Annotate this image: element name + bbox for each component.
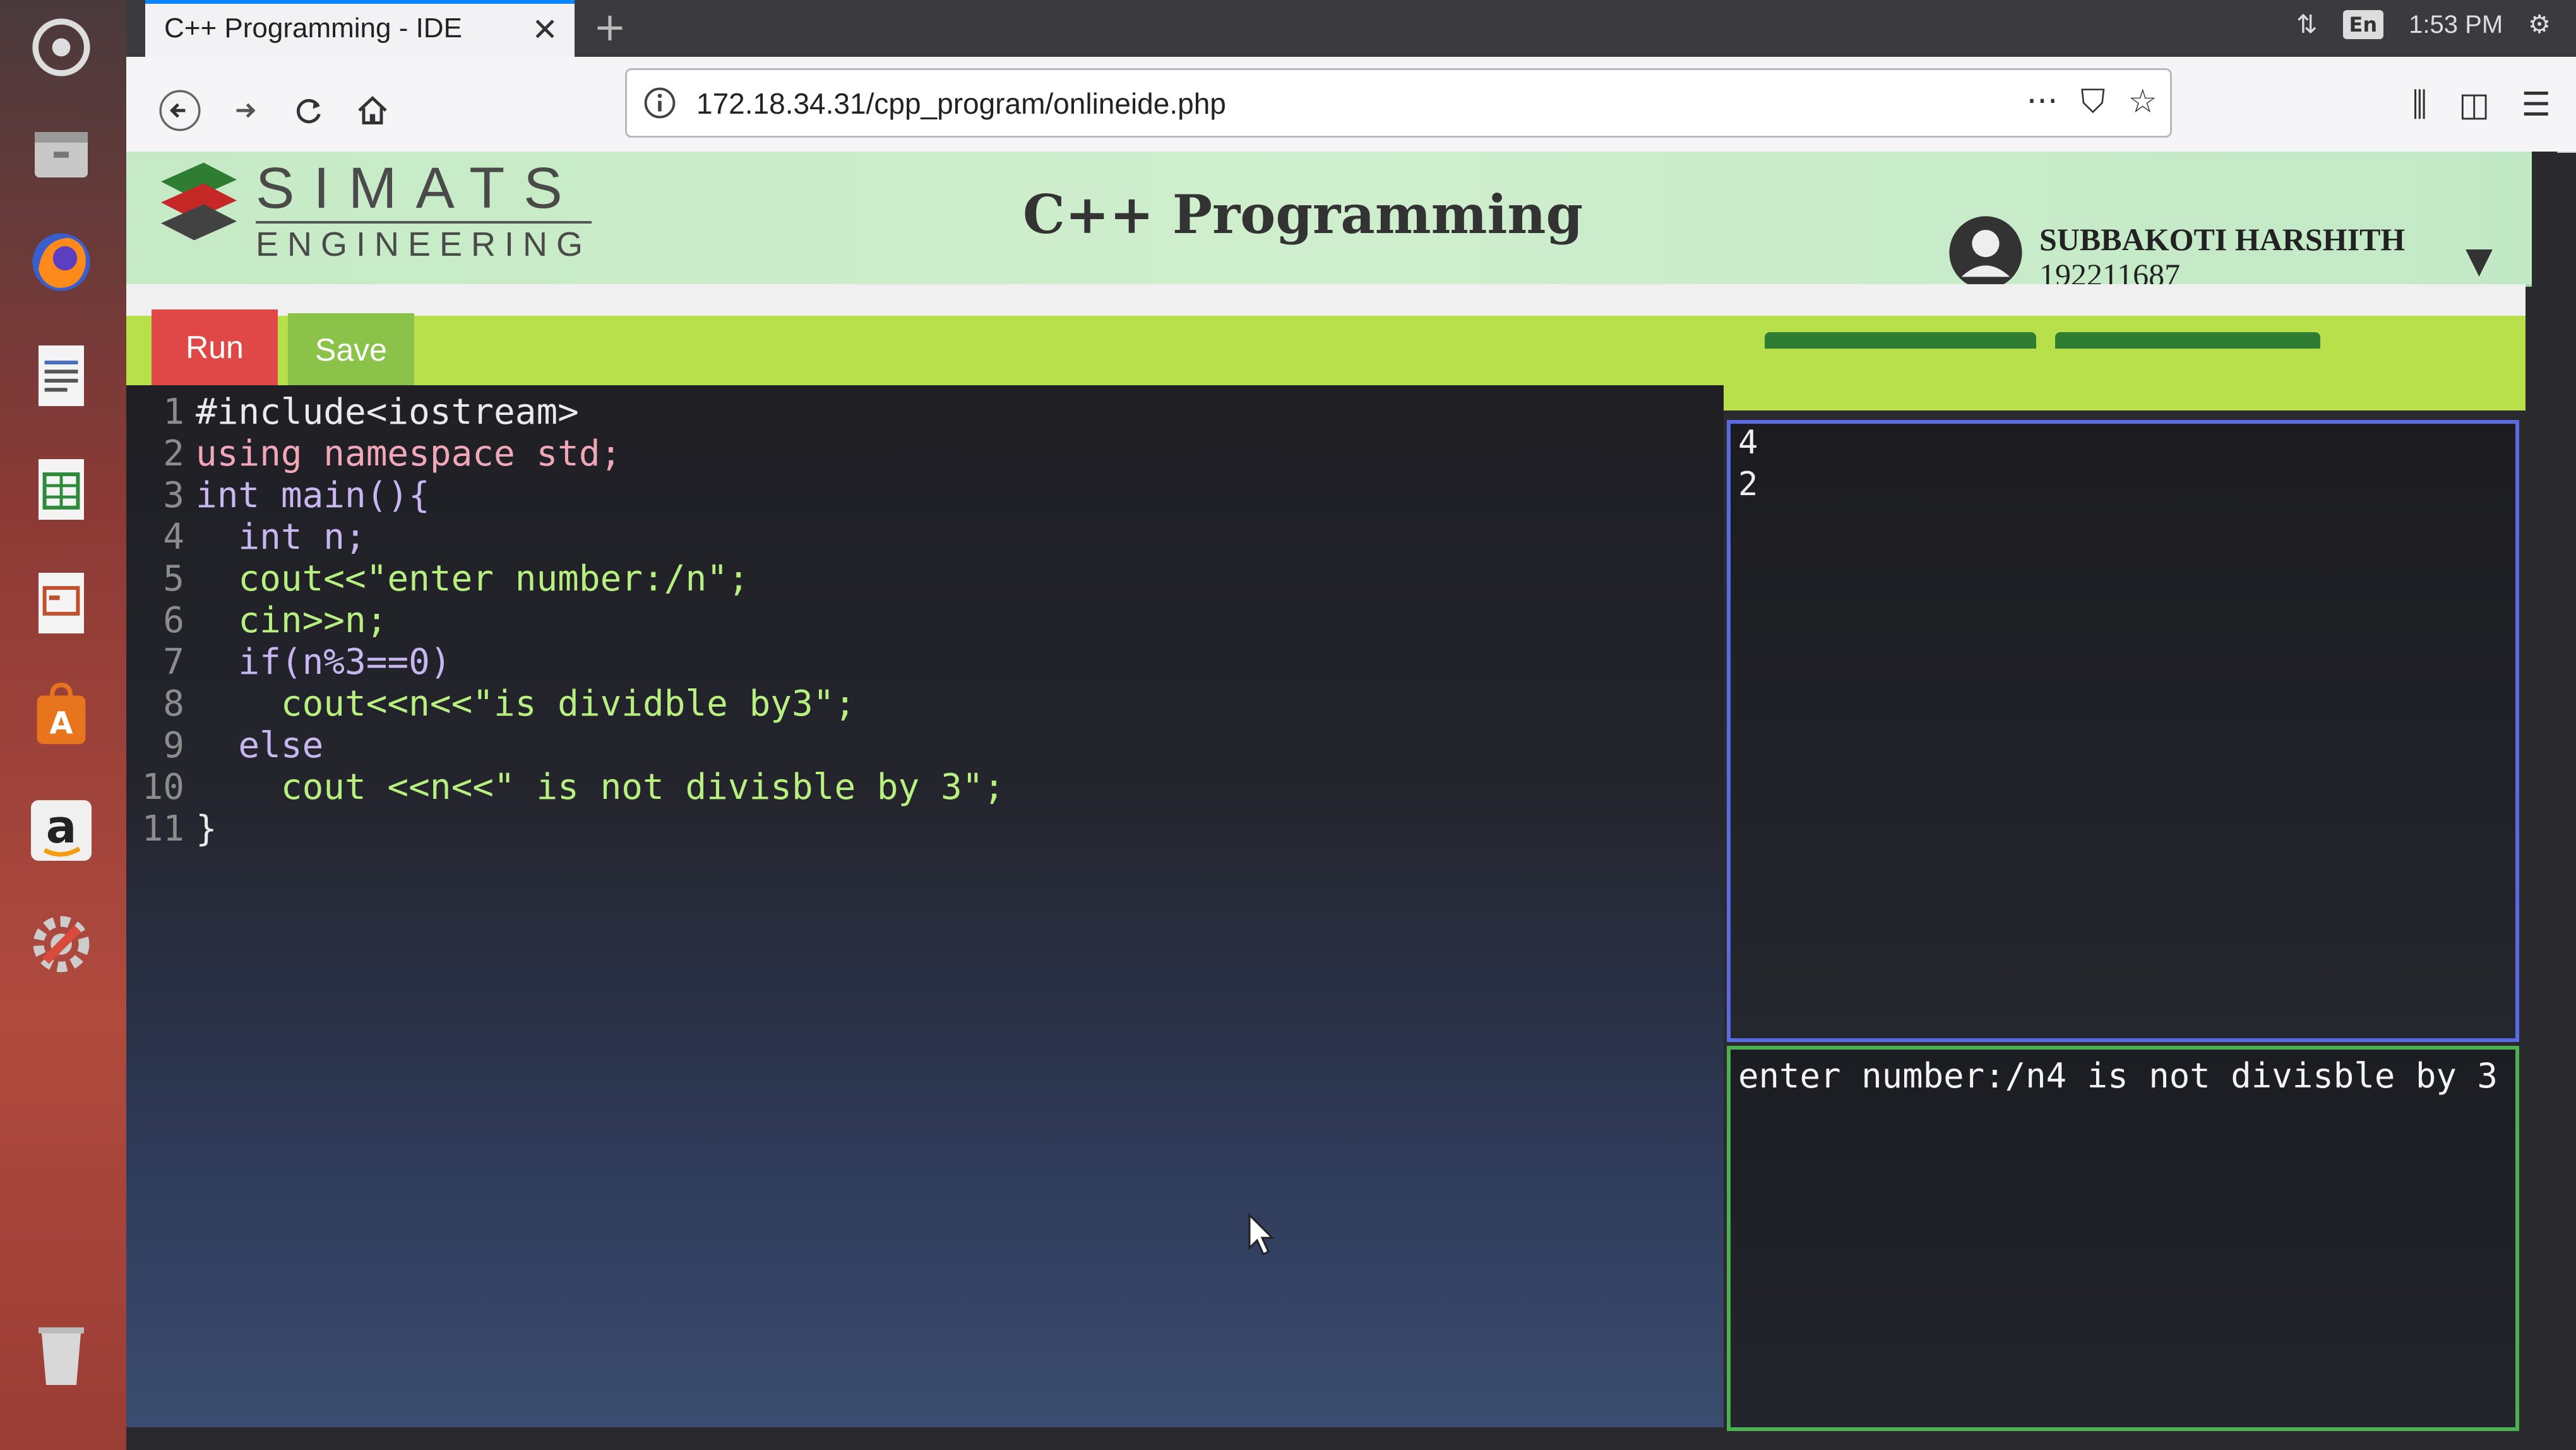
run-button[interactable]: Run — [152, 309, 278, 385]
clock[interactable]: 1:53 PM — [2409, 11, 2503, 39]
tab-close-icon[interactable]: ✕ — [532, 11, 558, 48]
browser-tab[interactable]: C++ Programming - IDE ✕ — [145, 0, 575, 57]
library-icon[interactable]: ⫼ — [2412, 86, 2427, 124]
code-text[interactable]: if(n%3==0) — [196, 642, 451, 683]
back-icon[interactable] — [152, 82, 208, 139]
code-line[interactable]: 1 #include<iostream> — [126, 392, 579, 433]
toolbar-right: ⫼ ◫ ☰ — [2412, 86, 2551, 124]
svg-text:a: a — [46, 800, 77, 853]
trash-icon[interactable] — [14, 1307, 109, 1402]
stdin-pane[interactable]: 4 2 — [1727, 420, 2519, 1042]
reload-icon[interactable] — [281, 82, 338, 139]
line-number: 6 — [163, 600, 184, 641]
amazon-icon[interactable]: a — [14, 783, 109, 878]
user-avatar-icon[interactable] — [1948, 215, 2024, 291]
calc-icon[interactable] — [14, 442, 109, 537]
code-text[interactable]: cout<<n<<"is dividble by3"; — [196, 683, 856, 725]
code-line[interactable]: 3 int main(){ — [126, 475, 430, 517]
panel-tab-output[interactable] — [2055, 332, 2320, 349]
home-icon[interactable] — [344, 82, 401, 139]
page-title: C++ Programming — [1023, 183, 1583, 246]
ubuntu-search-icon[interactable] — [14, 0, 109, 95]
code-text[interactable]: cout<<"enter number:/n"; — [196, 558, 749, 600]
line-number: 3 — [163, 475, 184, 516]
url-text[interactable]: 172.18.34.31/cpp_program/onlineide.php — [696, 87, 1226, 121]
system-settings-icon[interactable] — [14, 897, 109, 992]
url-actions: ··· ⛉ ☆ — [2027, 83, 2157, 121]
code-text[interactable]: #include<iostream> — [196, 392, 579, 433]
code-text[interactable]: else — [196, 725, 323, 767]
settings-cog-icon[interactable]: ⚙ — [2528, 10, 2551, 39]
code-text[interactable]: cout <<n<<" is not divisble by 3"; — [196, 767, 1005, 808]
line-number: 1 — [163, 392, 184, 433]
page-actions-icon[interactable]: ··· — [2027, 83, 2058, 121]
site-info-icon[interactable] — [642, 85, 677, 121]
code-line[interactable]: 11 } — [126, 808, 217, 850]
simats-logo-icon[interactable] — [152, 152, 246, 259]
software-center-icon[interactable]: A — [14, 669, 109, 764]
forward-icon[interactable] — [218, 82, 275, 139]
panel-tab-input[interactable] — [1765, 332, 2036, 349]
line-number: 10 — [141, 767, 184, 808]
line-number: 7 — [163, 642, 184, 683]
mouse-pointer-icon — [1248, 1213, 1275, 1256]
code-line[interactable]: 4 int n; — [126, 517, 366, 558]
writer-icon[interactable] — [14, 328, 109, 423]
stdout-text: enter number:/n4 is not divisble by 3 — [1738, 1056, 2498, 1096]
code-text[interactable]: int n; — [196, 517, 366, 558]
line-number: 5 — [163, 558, 184, 599]
impress-icon[interactable] — [14, 556, 109, 650]
svg-text:A: A — [49, 705, 73, 741]
code-line[interactable]: 6 cin>>n; — [126, 600, 387, 642]
save-button[interactable]: Save — [288, 313, 414, 386]
code-text[interactable]: int main(){ — [196, 475, 430, 517]
line-number: 4 — [163, 517, 184, 558]
line-number: 2 — [163, 433, 184, 474]
bookmark-star-icon[interactable]: ☆ — [2128, 83, 2157, 121]
system-tray: ⇅ En 1:53 PM ⚙ — [2296, 10, 2551, 39]
code-line[interactable]: 8 cout<<n<<"is dividble by3"; — [126, 683, 856, 725]
user-name: SUBBAKOTI HARSHITH — [2039, 222, 2406, 257]
page-header: SIMATS ENGINEERING C++ Programming SUBBA… — [126, 152, 2544, 292]
files-icon[interactable] — [14, 107, 109, 202]
brand-name: SIMATS — [256, 156, 581, 220]
new-tab-icon[interactable]: + — [593, 4, 626, 50]
stdin-line[interactable]: 2 — [1731, 465, 2515, 507]
tab-title: C++ Programming - IDE — [164, 13, 462, 44]
stdout-pane: enter number:/n4 is not divisble by 3 — [1727, 1046, 2519, 1431]
code-line[interactable]: 2 using namespace std; — [126, 433, 621, 475]
code-line[interactable]: 5 cout<<"enter number:/n"; — [126, 558, 749, 600]
line-number: 11 — [141, 808, 184, 849]
sidebar-icon[interactable]: ◫ — [2459, 86, 2490, 124]
user-menu-caret-icon[interactable]: ▼ — [2466, 240, 2493, 281]
code-line[interactable]: 7 if(n%3==0) — [126, 642, 451, 683]
code-text[interactable]: cin>>n; — [196, 600, 387, 642]
page-scrollbar[interactable] — [2532, 152, 2557, 1434]
browser-tab-bar: C++ Programming - IDE ✕ + ⇅ En 1:53 PM ⚙ — [126, 0, 2576, 57]
stdin-line[interactable]: 4 — [1731, 424, 2515, 465]
code-line[interactable]: 10 cout <<n<<" is not divisble by 3"; — [126, 767, 1005, 808]
browser-nav-bar: 172.18.34.31/cpp_program/onlineide.php ·… — [126, 57, 2576, 153]
line-number: 8 — [163, 683, 184, 724]
url-bar[interactable]: 172.18.34.31/cpp_program/onlineide.php ·… — [625, 68, 2172, 138]
brand-subtitle: ENGINEERING — [256, 221, 592, 264]
keyboard-layout-indicator[interactable]: En — [2342, 10, 2384, 39]
hamburger-menu-icon[interactable]: ☰ — [2521, 86, 2551, 124]
firefox-icon[interactable] — [14, 215, 109, 309]
code-line[interactable]: 9 else — [126, 725, 323, 767]
line-number: 9 — [163, 725, 184, 766]
network-icon[interactable]: ⇅ — [2296, 10, 2318, 39]
pocket-icon[interactable]: ⛉ — [2080, 83, 2105, 121]
code-text[interactable]: } — [196, 808, 217, 850]
code-text[interactable]: using namespace std; — [196, 433, 621, 475]
code-editor[interactable]: 1 #include<iostream> 2 using namespace s… — [126, 385, 1724, 1427]
ubuntu-launcher: A a — [0, 0, 126, 1450]
